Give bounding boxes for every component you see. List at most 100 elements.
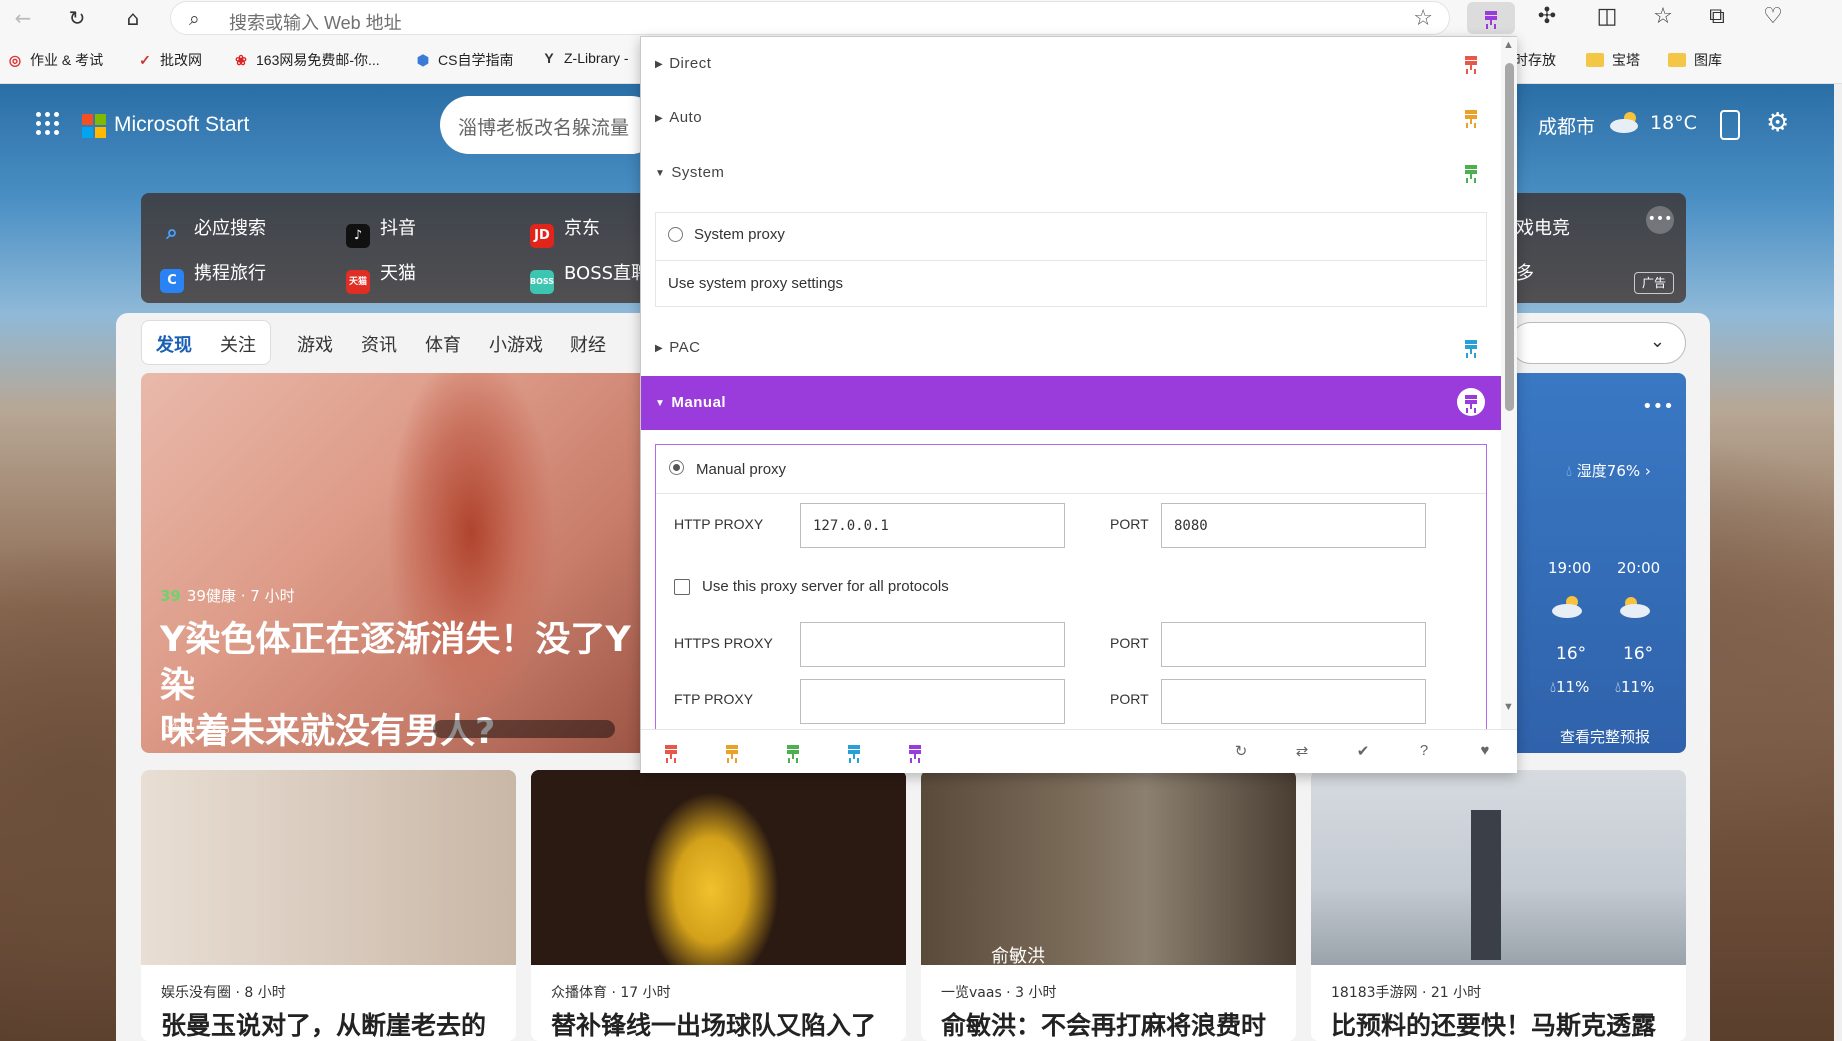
news-card[interactable]: 众播体育 · 17 小时 替补锋线一出场球队又陷入了 xyxy=(531,770,906,1041)
back-icon[interactable]: ← xyxy=(10,6,36,30)
right-edge-panel xyxy=(1834,84,1842,1041)
tab-news[interactable]: 资讯 xyxy=(361,331,397,357)
partly-cloudy-icon xyxy=(1610,112,1638,133)
ftp-port-input[interactable] xyxy=(1161,679,1426,724)
card-image xyxy=(921,770,1296,965)
apps-grid-icon[interactable] xyxy=(36,112,60,136)
auto-mode-icon[interactable] xyxy=(724,744,740,760)
quick-link-bing[interactable]: ⌕ 必应搜索 xyxy=(160,214,266,244)
pac-mode-icon[interactable] xyxy=(846,744,862,760)
bookmark-item[interactable]: ✓ 批改网 xyxy=(136,50,202,70)
https-proxy-input[interactable] xyxy=(800,622,1065,667)
refresh-icon[interactable]: ↻ xyxy=(64,6,90,30)
direct-mode-icon[interactable] xyxy=(663,744,679,760)
ftp-proxy-input[interactable] xyxy=(800,679,1065,724)
bookmark-item[interactable]: 时存放 xyxy=(1514,50,1556,70)
manual-mode-icon[interactable] xyxy=(907,744,923,760)
extensions-icon[interactable]: ✣ xyxy=(1532,4,1562,29)
scroll-down-icon[interactable]: ▼ xyxy=(1503,701,1514,713)
proxy-extension-button[interactable] xyxy=(1467,2,1515,34)
hour-time: 19:00 xyxy=(1548,559,1592,577)
popup-scrollbar[interactable]: ▲ ▼ xyxy=(1501,37,1517,729)
hero-like[interactable]: 👍︎ 1 👎︎ xyxy=(162,718,229,739)
system-mode-icon[interactable] xyxy=(785,744,801,760)
tab-finance[interactable]: 财经 xyxy=(570,331,606,357)
section-pac[interactable]: ▶ PAC xyxy=(641,321,1501,375)
bookmark-item[interactable]: ⬢ CS自学指南 xyxy=(414,50,514,70)
bookmark-folder[interactable]: 宝塔 xyxy=(1586,50,1640,70)
tab-sports[interactable]: 体育 xyxy=(425,331,461,357)
favorite-star-icon[interactable]: ☆ xyxy=(1413,6,1433,31)
cloudy-icon xyxy=(1552,596,1582,618)
help-icon[interactable]: ? xyxy=(1414,742,1434,759)
quick-link-boss[interactable]: BOSS BOSS直聘 xyxy=(530,259,649,294)
https-port-input[interactable] xyxy=(1161,622,1426,667)
bookmark-item[interactable]: Y Z-Library - xyxy=(540,50,628,66)
split-screen-icon[interactable]: ◫ xyxy=(1592,4,1622,29)
tab-discover[interactable]: 发现 xyxy=(156,331,192,357)
browser-essentials-icon[interactable]: ♡ xyxy=(1758,4,1788,29)
tab-follow[interactable]: 关注 xyxy=(220,331,256,357)
http-port-input[interactable] xyxy=(1161,503,1426,548)
home-icon[interactable]: ⌂ xyxy=(120,6,146,30)
weather-more-icon[interactable]: ••• xyxy=(1642,396,1674,417)
phone-icon[interactable] xyxy=(1720,110,1740,140)
news-card[interactable]: 18183手游网 · 21 小时 比预料的还要快！马斯克透露 xyxy=(1311,770,1686,1041)
carousel-indicator[interactable] xyxy=(433,720,615,738)
bookmark-item[interactable]: ❀ 163网易免费邮-你... xyxy=(232,50,380,70)
collections-icon[interactable]: ⧉ xyxy=(1702,4,1732,29)
triangle-down-icon: ▼ xyxy=(655,398,666,409)
douyin-icon: ♪ xyxy=(346,224,370,248)
full-forecast-link[interactable]: 查看完整预报 xyxy=(1560,726,1650,747)
hour-rain: 💧︎11% xyxy=(1615,678,1655,696)
ms-search-box[interactable]: 淄博老板改名躲流量 xyxy=(440,96,660,154)
quick-link-tmall[interactable]: 天猫 天猫 xyxy=(346,259,416,294)
all-protocols-checkbox[interactable] xyxy=(674,579,690,595)
swap-icon[interactable]: ⇄ xyxy=(1292,742,1312,760)
section-system[interactable]: ▼ System xyxy=(641,146,1501,200)
ms-start-title[interactable]: Microsoft Start xyxy=(114,113,249,137)
thumbs-up-icon[interactable]: 👍︎ xyxy=(162,719,180,739)
boss-icon: BOSS xyxy=(530,270,554,294)
system-proxy-radio[interactable] xyxy=(668,227,683,242)
bookmark-item[interactable]: ◎ 作业 & 考试 xyxy=(6,50,103,70)
quick-link-esports[interactable]: 戏电竞 xyxy=(1516,214,1570,240)
feed-dropdown[interactable]: ⌄ xyxy=(1510,322,1686,364)
quick-link-ctrip[interactable]: C 携程旅行 xyxy=(160,259,266,293)
http-proxy-label: HTTP PROXY xyxy=(674,516,764,532)
refresh-icon[interactable]: ↻ xyxy=(1231,742,1251,760)
http-proxy-input[interactable] xyxy=(800,503,1065,548)
tab-mini-games[interactable]: 小游戏 xyxy=(489,331,543,357)
thumbs-down-icon[interactable]: 👎︎ xyxy=(212,719,229,739)
address-bar[interactable]: ⌕ 搜索或输入 Web 地址 ☆ xyxy=(170,1,1450,35)
bookmark-folder[interactable]: 图库 xyxy=(1668,50,1722,70)
image-caption: 俞敏洪 xyxy=(991,946,1045,967)
quick-link-more[interactable]: 多 xyxy=(1516,259,1534,285)
tab-games[interactable]: 游戏 xyxy=(297,331,333,357)
address-placeholder: 搜索或输入 Web 地址 xyxy=(229,13,402,33)
settings-gear-icon[interactable]: ⚙ xyxy=(1766,108,1789,138)
check-icon[interactable]: ✔ xyxy=(1353,742,1373,760)
quick-link-douyin[interactable]: ♪ 抖音 xyxy=(346,214,416,248)
news-card[interactable]: 娱乐没有圈 · 8 小时 张曼玉说对了，从断崖老去的 xyxy=(141,770,516,1041)
section-direct[interactable]: ▶ Direct xyxy=(641,37,1501,91)
moon-cloud-icon xyxy=(1620,597,1650,618)
tmall-icon: 天猫 xyxy=(346,270,370,294)
manual-proxy-radio[interactable] xyxy=(669,460,684,475)
quick-links-more-button[interactable]: ••• xyxy=(1646,206,1674,234)
section-manual[interactable]: ▼ Manual xyxy=(641,376,1501,430)
card-source: 娱乐没有圈 · 8 小时 xyxy=(161,985,286,1001)
scroll-up-icon[interactable]: ▲ xyxy=(1503,39,1514,51)
manual-proxy-box: Manual proxy HTTP PROXY PORT Use this pr… xyxy=(655,444,1487,729)
scrollbar-thumb[interactable] xyxy=(1505,63,1514,411)
system-proxy-box: System proxy Use system proxy settings xyxy=(655,212,1487,307)
browser-toolbar: ← ↻ ⌂ ⌕ 搜索或输入 Web 地址 ☆ ✣ ◫ ☆ ⧉ ♡ xyxy=(0,0,1842,36)
favorites-icon[interactable]: ☆ xyxy=(1648,4,1678,29)
weather-city[interactable]: 成都市 xyxy=(1538,112,1595,139)
quick-link-jd[interactable]: JD 京东 xyxy=(530,214,600,248)
heart-icon[interactable]: ♥ xyxy=(1475,742,1495,759)
card-title: 俞敏洪：不会再打麻将浪费时 xyxy=(941,1011,1267,1040)
section-auto[interactable]: ▶ Auto xyxy=(641,91,1501,145)
server-icon xyxy=(1463,339,1479,355)
news-card[interactable]: 俞敏洪 一览vaas · 3 小时 俞敏洪：不会再打麻将浪费时 xyxy=(921,770,1296,1041)
